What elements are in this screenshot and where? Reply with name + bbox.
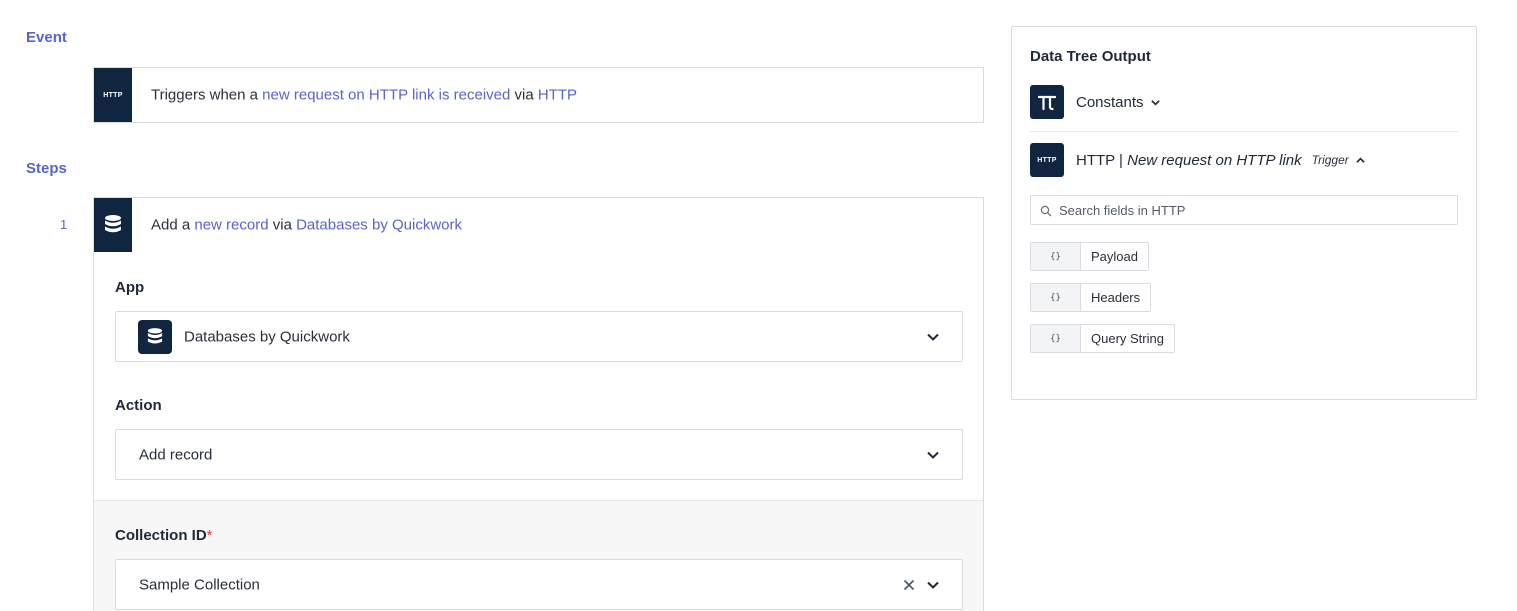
event-description: Triggers when a new request on HTTP link… — [151, 87, 577, 104]
database-app-icon — [138, 320, 172, 354]
action-field-label: Action — [115, 397, 162, 414]
chevron-down-icon[interactable] — [1150, 97, 1161, 108]
http-label-event: New request on HTTP link — [1127, 151, 1302, 169]
steps-section-title: Steps — [26, 160, 67, 177]
chevron-down-icon[interactable] — [926, 448, 940, 462]
event-app-link[interactable]: HTTP — [538, 87, 577, 104]
constants-label: Constants — [1076, 93, 1144, 111]
divider — [1030, 131, 1458, 132]
search-fields-box[interactable] — [1030, 195, 1458, 225]
object-type-icon: {} — [1031, 284, 1081, 311]
app-select[interactable]: Databases by Quickwork — [115, 311, 963, 362]
action-select[interactable]: Add record — [115, 429, 963, 480]
field-chip-headers[interactable]: {} Headers — [1030, 283, 1152, 312]
step-action-link[interactable]: new record — [194, 217, 268, 234]
event-section-title: Event — [26, 29, 67, 46]
step-app-link[interactable]: Databases by Quickwork — [296, 217, 462, 234]
app-field-label: App — [115, 279, 145, 296]
chevron-up-icon[interactable] — [1355, 155, 1366, 166]
collection-id-label-text: Collection ID — [115, 527, 207, 544]
object-type-icon: {} — [1031, 243, 1081, 270]
required-asterisk: * — [206, 527, 213, 544]
database-icon — [105, 215, 121, 233]
data-tree-title: Data Tree Output — [1030, 48, 1151, 65]
data-tree-panel: Data Tree Output Constants HTTP HTTP | N… — [1011, 26, 1477, 400]
input-fields-section: Collection ID* Sample Collection — [94, 500, 983, 611]
field-chip-payload[interactable]: {} Payload — [1030, 242, 1149, 271]
object-type-icon: {} — [1031, 325, 1081, 352]
event-text-prefix: Triggers when a — [151, 86, 263, 104]
http-badge-label: HTTP — [1037, 156, 1057, 164]
http-trigger-row[interactable]: HTTP HTTP | New request on HTTP link Tri… — [1030, 143, 1366, 177]
step-number: 1 — [60, 217, 68, 232]
clear-icon[interactable] — [902, 578, 916, 592]
step-text-prefix: Add a — [151, 216, 195, 234]
constants-row[interactable]: Constants — [1030, 85, 1161, 119]
field-name: Payload — [1091, 249, 1138, 264]
pi-icon — [1030, 85, 1064, 119]
search-icon — [1040, 205, 1052, 217]
field-name: Query String — [1091, 331, 1164, 346]
action-select-value: Add record — [139, 446, 213, 463]
chevron-down-icon[interactable] — [926, 578, 940, 592]
trigger-tag: Trigger — [1311, 153, 1349, 167]
field-name: Headers — [1091, 290, 1141, 305]
http-app-badge: HTTP — [94, 68, 132, 122]
collection-id-value: Sample Collection — [139, 576, 260, 593]
search-fields-input[interactable] — [1059, 196, 1449, 224]
event-trigger-link[interactable]: new request on HTTP link is received — [262, 87, 510, 104]
database-icon — [147, 328, 163, 344]
chevron-down-icon[interactable] — [926, 330, 940, 344]
step-description: Add a new record via Databases by Quickw… — [151, 217, 462, 234]
http-label-prefix: HTTP | — [1076, 151, 1128, 169]
http-trigger-label: HTTP | New request on HTTP link — [1076, 152, 1302, 169]
event-text-mid: via — [510, 86, 538, 104]
event-card[interactable]: HTTP Triggers when a new request on HTTP… — [93, 67, 984, 123]
field-chip-query-string[interactable]: {} Query String — [1030, 324, 1175, 353]
collection-id-select[interactable]: Sample Collection — [115, 559, 963, 610]
http-app-badge: HTTP — [1030, 143, 1064, 177]
database-app-badge — [94, 198, 132, 252]
step-text-mid: via — [268, 216, 297, 234]
collection-id-label: Collection ID* — [115, 527, 213, 544]
app-select-value: Databases by Quickwork — [184, 328, 350, 345]
http-badge-label: HTTP — [103, 91, 123, 99]
step-config-panel: App Databases by Quickwork Action Add re… — [93, 252, 984, 611]
step-card[interactable]: Add a new record via Databases by Quickw… — [93, 197, 984, 253]
